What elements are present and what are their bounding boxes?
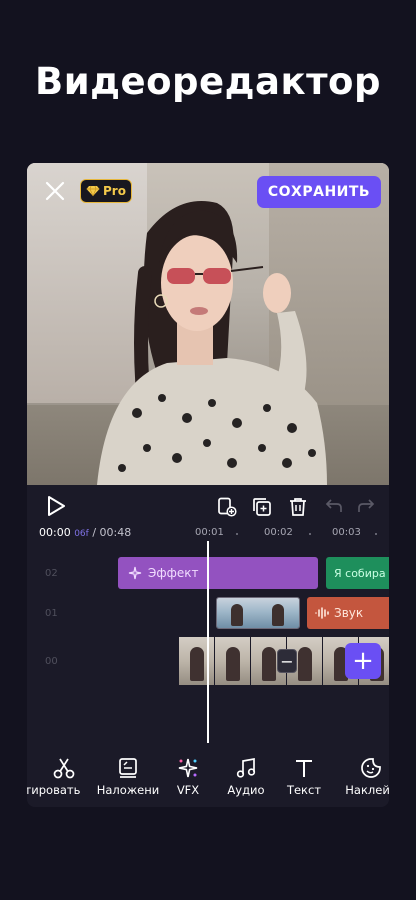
pro-label: Pro bbox=[103, 184, 126, 198]
redo-icon bbox=[358, 499, 375, 512]
ruler-tick: 00:02 bbox=[264, 527, 293, 538]
ruler-dot bbox=[309, 533, 311, 535]
tool-label: Наклейк bbox=[345, 783, 389, 797]
track-label: 00 bbox=[45, 656, 58, 667]
sticker-icon bbox=[361, 758, 381, 778]
headline: Видеоредактор bbox=[35, 60, 381, 103]
portrait-figure bbox=[97, 201, 327, 485]
app-screen: Pro СОХРАНИТЬ 00:00 06f / 00:48 00:01 00… bbox=[27, 163, 389, 807]
scissors-icon bbox=[53, 758, 75, 779]
overlay-clip[interactable] bbox=[216, 597, 300, 629]
music-note-icon bbox=[236, 757, 256, 778]
ruler-tick: 00:03 bbox=[332, 527, 361, 538]
sparkle-icon bbox=[178, 758, 198, 778]
timecode: 00:00 06f / 00:48 bbox=[39, 526, 131, 539]
effect-clip[interactable]: Эффект bbox=[118, 557, 318, 589]
close-button[interactable] bbox=[43, 179, 67, 203]
tool-sticker[interactable]: Наклейк bbox=[336, 753, 389, 797]
total-time: 00:48 bbox=[99, 526, 132, 539]
video-preview[interactable]: Pro СОХРАНИТЬ bbox=[27, 163, 389, 485]
overlay-thumbnail bbox=[217, 598, 258, 628]
play-button[interactable] bbox=[45, 495, 67, 521]
add-keyframe-icon bbox=[218, 497, 237, 517]
track-label: 02 bbox=[45, 568, 58, 579]
overlay-thumbnail bbox=[258, 598, 299, 628]
track-label: 01 bbox=[45, 608, 58, 619]
add-keyframe-button[interactable] bbox=[217, 497, 237, 521]
trash-icon bbox=[290, 498, 306, 516]
ruler-tick: 00:01 bbox=[195, 527, 224, 538]
close-icon bbox=[45, 181, 65, 201]
playhead[interactable] bbox=[207, 541, 209, 743]
sparkle-icon bbox=[128, 566, 142, 580]
duplicate-icon bbox=[253, 498, 271, 516]
ruler-dot bbox=[236, 533, 238, 535]
add-clip-button[interactable]: + bbox=[345, 643, 381, 679]
time-separator: / bbox=[92, 526, 97, 539]
undo-button[interactable] bbox=[325, 498, 343, 518]
bottom-toolbar: ктировать Наложени bbox=[27, 753, 389, 807]
redo-button[interactable] bbox=[357, 498, 375, 518]
diamond-icon bbox=[86, 185, 100, 197]
overlay-icon bbox=[119, 758, 137, 778]
play-icon bbox=[48, 496, 65, 516]
pro-badge[interactable]: Pro bbox=[80, 179, 132, 203]
sound-clip[interactable]: Звук bbox=[307, 597, 389, 629]
text-clip-label: Я собира bbox=[334, 566, 386, 580]
text-clip[interactable]: Я собира bbox=[326, 557, 389, 589]
tool-label: ктировать bbox=[27, 783, 81, 797]
effect-clip-label: Эффект bbox=[148, 566, 199, 580]
sound-clip-label: Звук bbox=[334, 606, 364, 620]
ruler-dot bbox=[375, 533, 377, 535]
video-thumbnail bbox=[215, 637, 250, 685]
current-frames: 06f bbox=[74, 529, 89, 539]
undo-icon bbox=[325, 499, 342, 512]
current-time: 00:00 bbox=[39, 526, 71, 539]
text-icon bbox=[296, 760, 312, 777]
transition-button[interactable]: − bbox=[277, 649, 297, 673]
tool-edit[interactable]: ктировать bbox=[27, 753, 99, 797]
save-button[interactable]: СОХРАНИТЬ bbox=[257, 176, 381, 208]
waveform-icon bbox=[315, 607, 329, 619]
tool-text[interactable]: Текст bbox=[269, 753, 339, 797]
delete-button[interactable] bbox=[288, 497, 308, 521]
tool-label: Текст bbox=[286, 783, 322, 797]
timeline-editor: 00:00 06f / 00:48 00:01 00:02 00:03 02 0… bbox=[27, 485, 389, 807]
duplicate-button[interactable] bbox=[252, 497, 272, 521]
